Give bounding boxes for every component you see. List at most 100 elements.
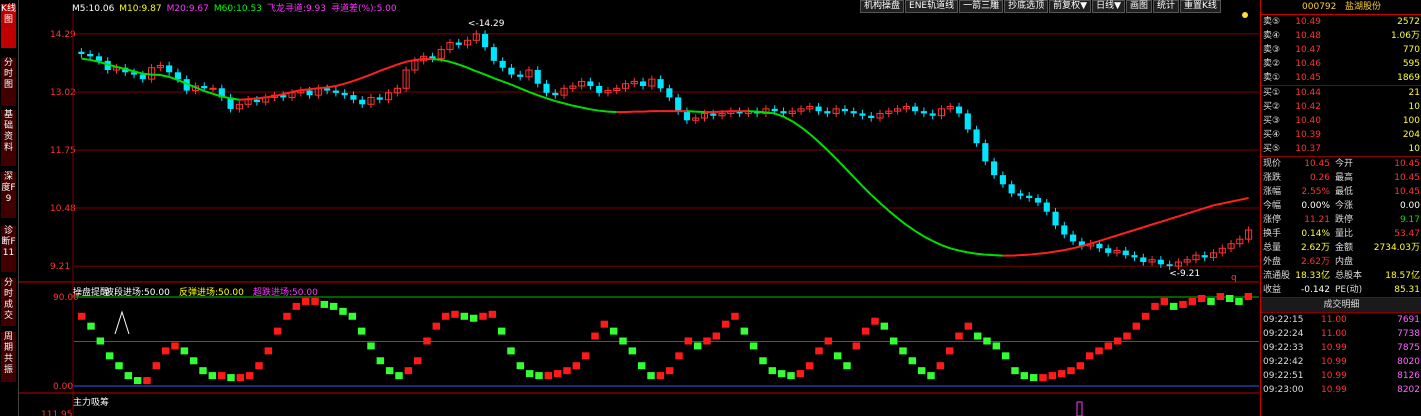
ma-line-segment <box>1143 223 1153 229</box>
ma-line-segment <box>467 66 477 73</box>
ma-line-segment <box>817 141 829 151</box>
ma-line-segment <box>1107 234 1118 240</box>
trade-volume: 8202 <box>1397 385 1420 395</box>
price-axis-label: 13.02 <box>50 88 76 98</box>
candle-body <box>376 97 383 100</box>
buys-volume: 100 <box>1402 116 1420 126</box>
sub-bar <box>395 372 403 380</box>
sub-bar <box>460 312 469 320</box>
side-tab-6[interactable]: 周期共振 <box>1 332 16 382</box>
buys-row[interactable]: 买⑤ 10.37 10 <box>1261 142 1421 156</box>
ma-line-segment <box>1178 212 1188 218</box>
candle-body <box>587 81 594 86</box>
side-tab-bar: K线图分时图基础资料深度F9 诊断F11 分时成交周期共振 <box>0 0 19 416</box>
candle-body <box>683 111 691 121</box>
sub2-axis-label: 111.95 <box>41 410 73 416</box>
sub-bar <box>1141 312 1150 320</box>
side-tab-4[interactable]: 诊断F11 <box>1 226 16 272</box>
candle-body <box>139 74 146 80</box>
trade-volume: 7875 <box>1397 343 1420 353</box>
trade-row: 09:22:24 11.00 7738 <box>1261 327 1421 341</box>
sub-bar <box>245 372 254 380</box>
buys-row[interactable]: 买② 10.42 10 <box>1261 100 1421 114</box>
side-tab-2[interactable]: 基础资料 <box>1 110 16 166</box>
stat-row: 涨跌 0.26 最高 10.45 <box>1261 171 1421 185</box>
side-tab-5[interactable]: 分时成交 <box>1 278 16 326</box>
side-tab-3[interactable]: 深度F9 <box>1 172 16 218</box>
side-tab-1[interactable]: 分时图 <box>1 58 16 106</box>
stat-value: -0.142 <box>1300 285 1330 295</box>
candle-body <box>639 81 647 86</box>
ma-line-segment <box>1134 226 1144 231</box>
quote-stats: 现价 10.45 今开 10.45 涨跌 0.26 最高 10.45 涨幅 2.55% 最低 10.4… <box>1261 157 1421 297</box>
candle-body <box>552 92 559 96</box>
stat-row: 现价 10.45 今开 10.45 <box>1261 157 1421 171</box>
candle-body <box>78 51 85 54</box>
sub-bar <box>544 372 553 380</box>
sells-label: 卖① <box>1263 73 1281 83</box>
trade-time: 09:22:24 <box>1263 329 1304 339</box>
ma-line-segment <box>800 126 811 135</box>
sub-bar <box>983 337 991 345</box>
ma-line-segment <box>230 97 240 101</box>
ma-line-segment <box>519 87 530 93</box>
ma-line-segment <box>1037 251 1047 255</box>
sub-bar <box>385 367 394 375</box>
stat-value: 0.00% <box>1301 201 1330 211</box>
sells-row[interactable]: 卖① 10.45 1869 <box>1261 71 1421 85</box>
stock-code: 000792 <box>1302 2 1337 12</box>
sub-bar <box>124 372 133 380</box>
trades-title[interactable]: 成交明细 <box>1261 297 1421 313</box>
sells-row[interactable]: 卖③ 10.47 770 <box>1261 43 1421 57</box>
buys-row[interactable]: 买④ 10.39 204 <box>1261 128 1421 142</box>
candle-body <box>815 106 822 112</box>
kline-chart-area[interactable]: 14.2913.0211.7510.489.21<-14.29<-9.21 q操盘… <box>19 12 1259 416</box>
ma-line-segment <box>888 210 899 219</box>
stat-label: 换手 <box>1263 229 1282 239</box>
sub-bar <box>1207 297 1215 305</box>
stat-label: 流通股 <box>1263 271 1291 281</box>
sub2-legend: 主力吸筹 <box>73 396 109 408</box>
ma-line-segment <box>599 109 609 113</box>
candle-body <box>1034 198 1042 203</box>
sub-bar <box>189 357 198 365</box>
candle-body <box>332 90 339 93</box>
ma-line-segment <box>458 63 468 69</box>
ma-line-segment <box>511 83 521 90</box>
ma-line-segment <box>809 133 820 143</box>
buys-label: 买② <box>1263 102 1281 112</box>
stat-label: PE(动) <box>1335 285 1363 295</box>
ma-line-segment <box>563 102 574 107</box>
sub-bar <box>133 377 142 385</box>
candle-body <box>964 113 971 130</box>
ma-line-segment <box>160 74 170 78</box>
candle-body <box>929 113 936 116</box>
sub-bar <box>852 342 861 350</box>
ma-line-segment <box>783 115 793 123</box>
stat-label: 内盘 <box>1335 257 1354 267</box>
buys-label: 买① <box>1263 88 1281 98</box>
sub-bar <box>469 314 478 322</box>
buys-row[interactable]: 买① 10.44 21 <box>1261 86 1421 100</box>
sells-row[interactable]: 卖⑤ 10.49 2572 <box>1261 15 1421 29</box>
ma-line-segment <box>967 251 977 255</box>
buys-row[interactable]: 买③ 10.40 100 <box>1261 114 1421 128</box>
sells-row[interactable]: 卖② 10.46 595 <box>1261 57 1421 71</box>
sub-bar <box>908 357 917 365</box>
candle-body <box>508 67 515 75</box>
sells-volume: 1.06万 <box>1390 31 1420 41</box>
trade-volume: 8020 <box>1397 357 1420 367</box>
candle-body <box>991 161 998 176</box>
candle-body <box>174 72 181 80</box>
trade-volume: 7691 <box>1397 315 1420 325</box>
sub-bar <box>899 347 907 355</box>
sells-label: 卖② <box>1263 59 1281 69</box>
sells-price: 10.45 <box>1295 73 1321 83</box>
candle-body <box>657 79 664 89</box>
sells-row[interactable]: 卖④ 10.48 1.06万 <box>1261 29 1421 43</box>
stat-value: 10.45 <box>1394 159 1420 169</box>
side-tab-0[interactable]: K线图 <box>1 4 16 48</box>
ma-line-segment <box>861 185 872 196</box>
sub-bar <box>479 312 487 320</box>
sub-bar <box>367 342 375 350</box>
